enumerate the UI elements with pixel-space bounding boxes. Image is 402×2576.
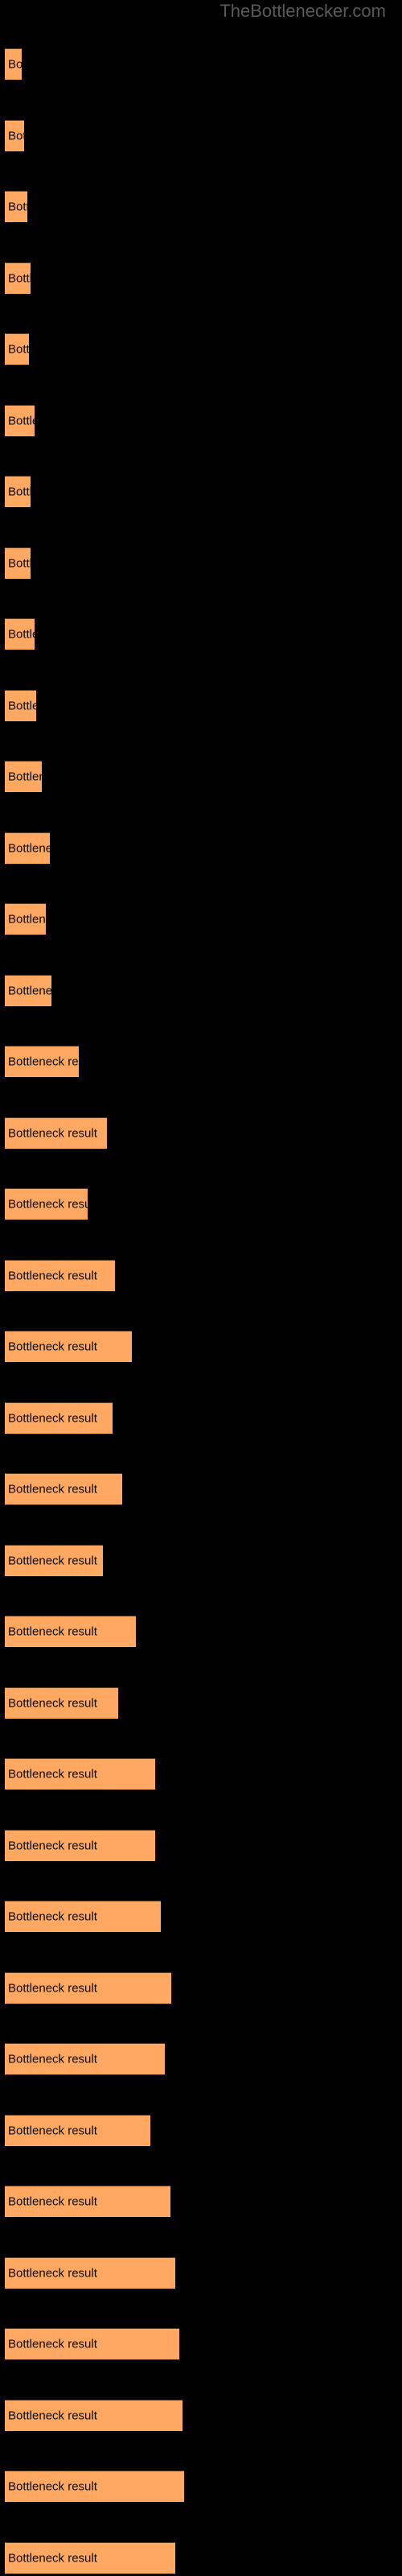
- bar-label: Bottleneck result: [8, 2194, 97, 2209]
- bar-item[interactable]: Bottleneck result: [5, 119, 24, 151]
- bar-item[interactable]: Bottleneck result: [5, 1901, 161, 1932]
- bar-label: Bottleneck result: [8, 1767, 97, 1781]
- bar-label: Bottleneck result: [8, 1126, 97, 1140]
- bar-item[interactable]: Bottleneck result: [5, 2186, 170, 2217]
- bar-label: Bottleneck result: [8, 1554, 97, 1567]
- bar-item[interactable]: Bottleneck result: [5, 1331, 132, 1362]
- bar-label: Bottleneck result: [8, 1981, 97, 1995]
- bar-item[interactable]: Bottleneck result: [5, 547, 31, 579]
- bar-label: Bottleneck result: [8, 2052, 97, 2066]
- bar-item[interactable]: Bottleneck result: [5, 1758, 155, 1790]
- bar-label: Bottleneck result: [8, 1909, 97, 1924]
- bar-item[interactable]: Bottleneck result: [5, 333, 29, 365]
- bar-label: Bottleneck result: [8, 57, 22, 72]
- bar-label: Bottleneck result: [8, 414, 35, 427]
- bar-label: Bottleneck result: [8, 200, 27, 214]
- bar-item[interactable]: Bottleneck result: [5, 832, 50, 864]
- bar-item[interactable]: Bottleneck result: [5, 404, 35, 436]
- bar-item[interactable]: Bottleneck result: [5, 2328, 179, 2359]
- bar-label: Bottleneck result: [8, 1839, 97, 1852]
- bar-label: Bottleneck result: [8, 1482, 97, 1496]
- bar-item[interactable]: Bottleneck result: [5, 1117, 107, 1149]
- bar-label: Bottleneck result: [8, 627, 35, 642]
- bar-label: Bottleneck result: [8, 556, 31, 570]
- bar-item[interactable]: Bottleneck result: [5, 1473, 122, 1505]
- bar-item[interactable]: Bottleneck result: [5, 1188, 88, 1220]
- bar-label: Bottleneck result: [8, 912, 46, 927]
- bar-item[interactable]: Bottleneck result: [5, 262, 31, 294]
- bar-label: Bottleneck result: [8, 1696, 97, 1710]
- bar-item[interactable]: Bottleneck result: [5, 2541, 175, 2574]
- bar-item[interactable]: Bottleneck result: [5, 1829, 155, 1861]
- bar-label: Bottleneck result: [8, 2551, 97, 2565]
- bottleneck-bar-chart: TheBottlenecker.com Bottleneck resultBot…: [0, 0, 402, 2576]
- bar-label: Bottleneck result: [8, 1340, 97, 1354]
- bar-label: Bottleneck result: [8, 2337, 97, 2351]
- bar-label: Bottleneck result: [8, 485, 31, 499]
- bar-label: Bottleneck result: [8, 129, 24, 142]
- bar-item[interactable]: Bottleneck result: [5, 2471, 184, 2502]
- bar-label: Bottleneck result: [8, 1624, 97, 1639]
- bar-item[interactable]: Bottleneck result: [5, 974, 51, 1006]
- bar-item[interactable]: Bottleneck result: [5, 618, 35, 650]
- bar-item[interactable]: Bottleneck result: [5, 1971, 171, 2004]
- bar-item[interactable]: Bottleneck result: [5, 1259, 115, 1291]
- bar-item[interactable]: Bottleneck result: [5, 2399, 183, 2431]
- bar-label: Bottleneck result: [8, 1411, 97, 1425]
- bar-item[interactable]: Bottleneck result: [5, 48, 22, 80]
- bar-item[interactable]: Bottleneck result: [5, 1046, 79, 1077]
- bar-item[interactable]: Bottleneck result: [5, 1686, 118, 1719]
- bar-label: Bottleneck result: [8, 1197, 88, 1212]
- bar-item[interactable]: Bottleneck result: [5, 1544, 103, 1576]
- bar-item[interactable]: Bottleneck result: [5, 903, 46, 935]
- bar-label: Bottleneck result: [8, 271, 31, 285]
- bar-series-container: Bottleneck result Bottleneck result Bottle…: [0, 0, 402, 2576]
- bar-item[interactable]: Bottleneck result: [5, 476, 31, 507]
- bar-label: Bottleneck result: [8, 1055, 79, 1069]
- bar-label: Bottleneck result: [8, 841, 50, 855]
- bar-label: Bottleneck result: [8, 1269, 97, 1282]
- bar-label: Bottleneck result: [8, 2266, 97, 2280]
- bar-label: Bottleneck result: [8, 2409, 97, 2422]
- bar-label: Bottleneck result: [8, 342, 29, 357]
- bar-item[interactable]: Bottleneck result: [5, 2256, 175, 2289]
- bar-item[interactable]: Bottleneck result: [5, 761, 42, 792]
- bar-item[interactable]: Bottleneck result: [5, 689, 36, 721]
- bar-label: Bottleneck result: [8, 2124, 97, 2137]
- bar-item[interactable]: Bottleneck result: [5, 1616, 136, 1647]
- bar-item[interactable]: Bottleneck result: [5, 191, 27, 222]
- bar-label: Bottleneck result: [8, 984, 51, 997]
- bar-label: Bottleneck result: [8, 770, 42, 784]
- bar-label: Bottleneck result: [8, 2479, 97, 2494]
- bar-item[interactable]: Bottleneck result: [5, 2114, 150, 2146]
- bar-item[interactable]: Bottleneck result: [5, 2043, 165, 2074]
- bar-label: Bottleneck result: [8, 699, 36, 712]
- bar-item[interactable]: Bottleneck result: [5, 1402, 113, 1434]
